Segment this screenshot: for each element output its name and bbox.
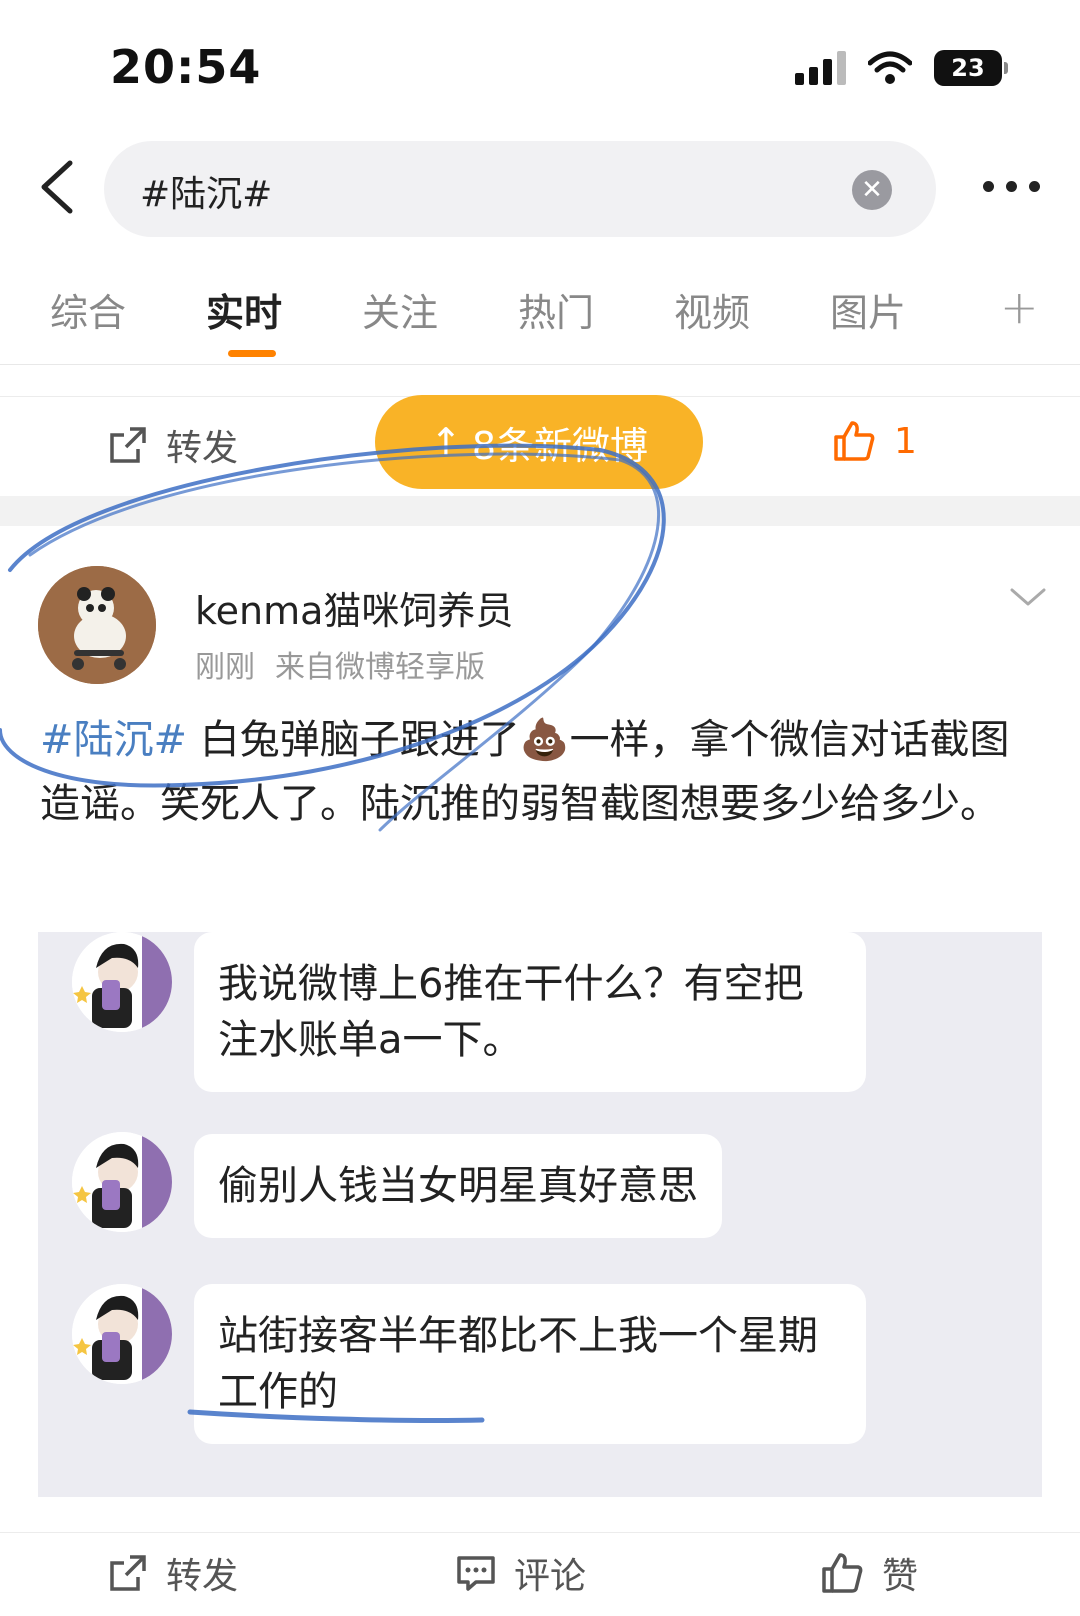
post-text-part1: 白兔弹脑子跟进了 <box>187 717 520 763</box>
chevron-down-icon[interactable] <box>1008 582 1048 612</box>
tab-hot[interactable]: 热门 <box>518 282 594 337</box>
repost-button[interactable]: 转发 <box>108 419 238 471</box>
post-hashtag[interactable]: #陆沉# <box>40 717 187 763</box>
search-input[interactable]: #陆沉# ✕ <box>104 141 936 237</box>
thumbs-up-icon <box>822 1553 863 1593</box>
signal-icon <box>795 51 846 85</box>
tab-video[interactable]: 视频 <box>674 282 750 337</box>
post-header: kenma猫咪饲养员 刚刚 来自微博轻享版 <box>0 560 1080 690</box>
repost-icon <box>110 1555 146 1591</box>
new-posts-label: 8条新微博 <box>471 423 649 468</box>
chat-bubble: 我说微博上6推在干什么？有空把注水账单a一下。 <box>194 932 866 1092</box>
panda-avatar-icon <box>38 566 156 684</box>
battery-icon: 23 <box>934 50 1008 86</box>
chat-screenshot-image[interactable]: 我说微博上6推在干什么？有空把注水账单a一下。 偷别人钱当女明星真好意思 站街接… <box>38 932 1042 1497</box>
tab-comprehensive[interactable]: 综合 <box>50 282 126 337</box>
like-button[interactable]: 1 <box>832 419 917 463</box>
post-text: #陆沉# 白兔弹脑子跟进了💩一样，拿个微信对话截图造谣。笑死人了。陆沉推的弱智截… <box>40 708 1040 836</box>
search-query: #陆沉# <box>140 174 273 215</box>
like-label: 赞 <box>882 1556 919 1597</box>
like-button[interactable]: 赞 <box>820 1547 918 1599</box>
repost-label: 转发 <box>166 428 239 469</box>
repost-icon <box>110 427 146 463</box>
status-time: 20:54 <box>110 40 262 94</box>
avatar[interactable] <box>38 566 156 684</box>
tab-bar: 综合 实时 关注 热门 视频 图片 + <box>0 270 1080 365</box>
feed-separator <box>0 496 1080 526</box>
repost-button[interactable]: 转发 <box>108 1547 238 1599</box>
status-icons: 23 <box>795 50 1008 86</box>
active-tab-indicator <box>228 350 276 357</box>
chat-bubble: 偷别人钱当女明星真好意思 <box>194 1134 722 1238</box>
like-count: 1 <box>894 420 917 462</box>
search-header: #陆沉# ✕ <box>0 135 1080 245</box>
chat-avatar <box>72 1284 172 1384</box>
post-time: 刚刚 <box>195 650 255 685</box>
tab-following[interactable]: 关注 <box>362 282 438 337</box>
repost-label: 转发 <box>166 1556 239 1597</box>
chat-bubble: 站街接客半年都比不上我一个星期工作的 <box>194 1284 866 1444</box>
new-posts-banner[interactable]: ↑ 8条新微博 <box>375 395 703 489</box>
add-tab-icon[interactable]: + <box>1000 280 1039 334</box>
comment-icon <box>457 1556 495 1591</box>
comment-button[interactable]: 评论 <box>456 1547 586 1599</box>
back-icon[interactable] <box>32 157 82 217</box>
post-source: 来自微博轻享版 <box>275 650 485 685</box>
clear-icon[interactable]: ✕ <box>852 170 892 210</box>
chat-avatar <box>72 932 172 1032</box>
tab-images[interactable]: 图片 <box>830 282 906 337</box>
more-icon[interactable] <box>983 181 1040 192</box>
post-actions: 转发 评论 赞 <box>0 1532 1080 1616</box>
chat-avatar <box>72 1132 172 1232</box>
comment-label: 评论 <box>514 1556 587 1597</box>
status-bar: 20:54 23 <box>0 0 1080 130</box>
tab-realtime[interactable]: 实时 <box>206 282 282 337</box>
post-username[interactable]: kenma猫咪饲养员 <box>195 580 513 635</box>
wifi-icon <box>868 51 912 84</box>
arrow-up-icon: ↑ <box>429 420 462 464</box>
thumbs-up-icon <box>834 421 875 461</box>
post-meta: 刚刚 来自微博轻享版 <box>195 642 485 686</box>
poop-emoji-icon: 💩 <box>519 717 570 763</box>
